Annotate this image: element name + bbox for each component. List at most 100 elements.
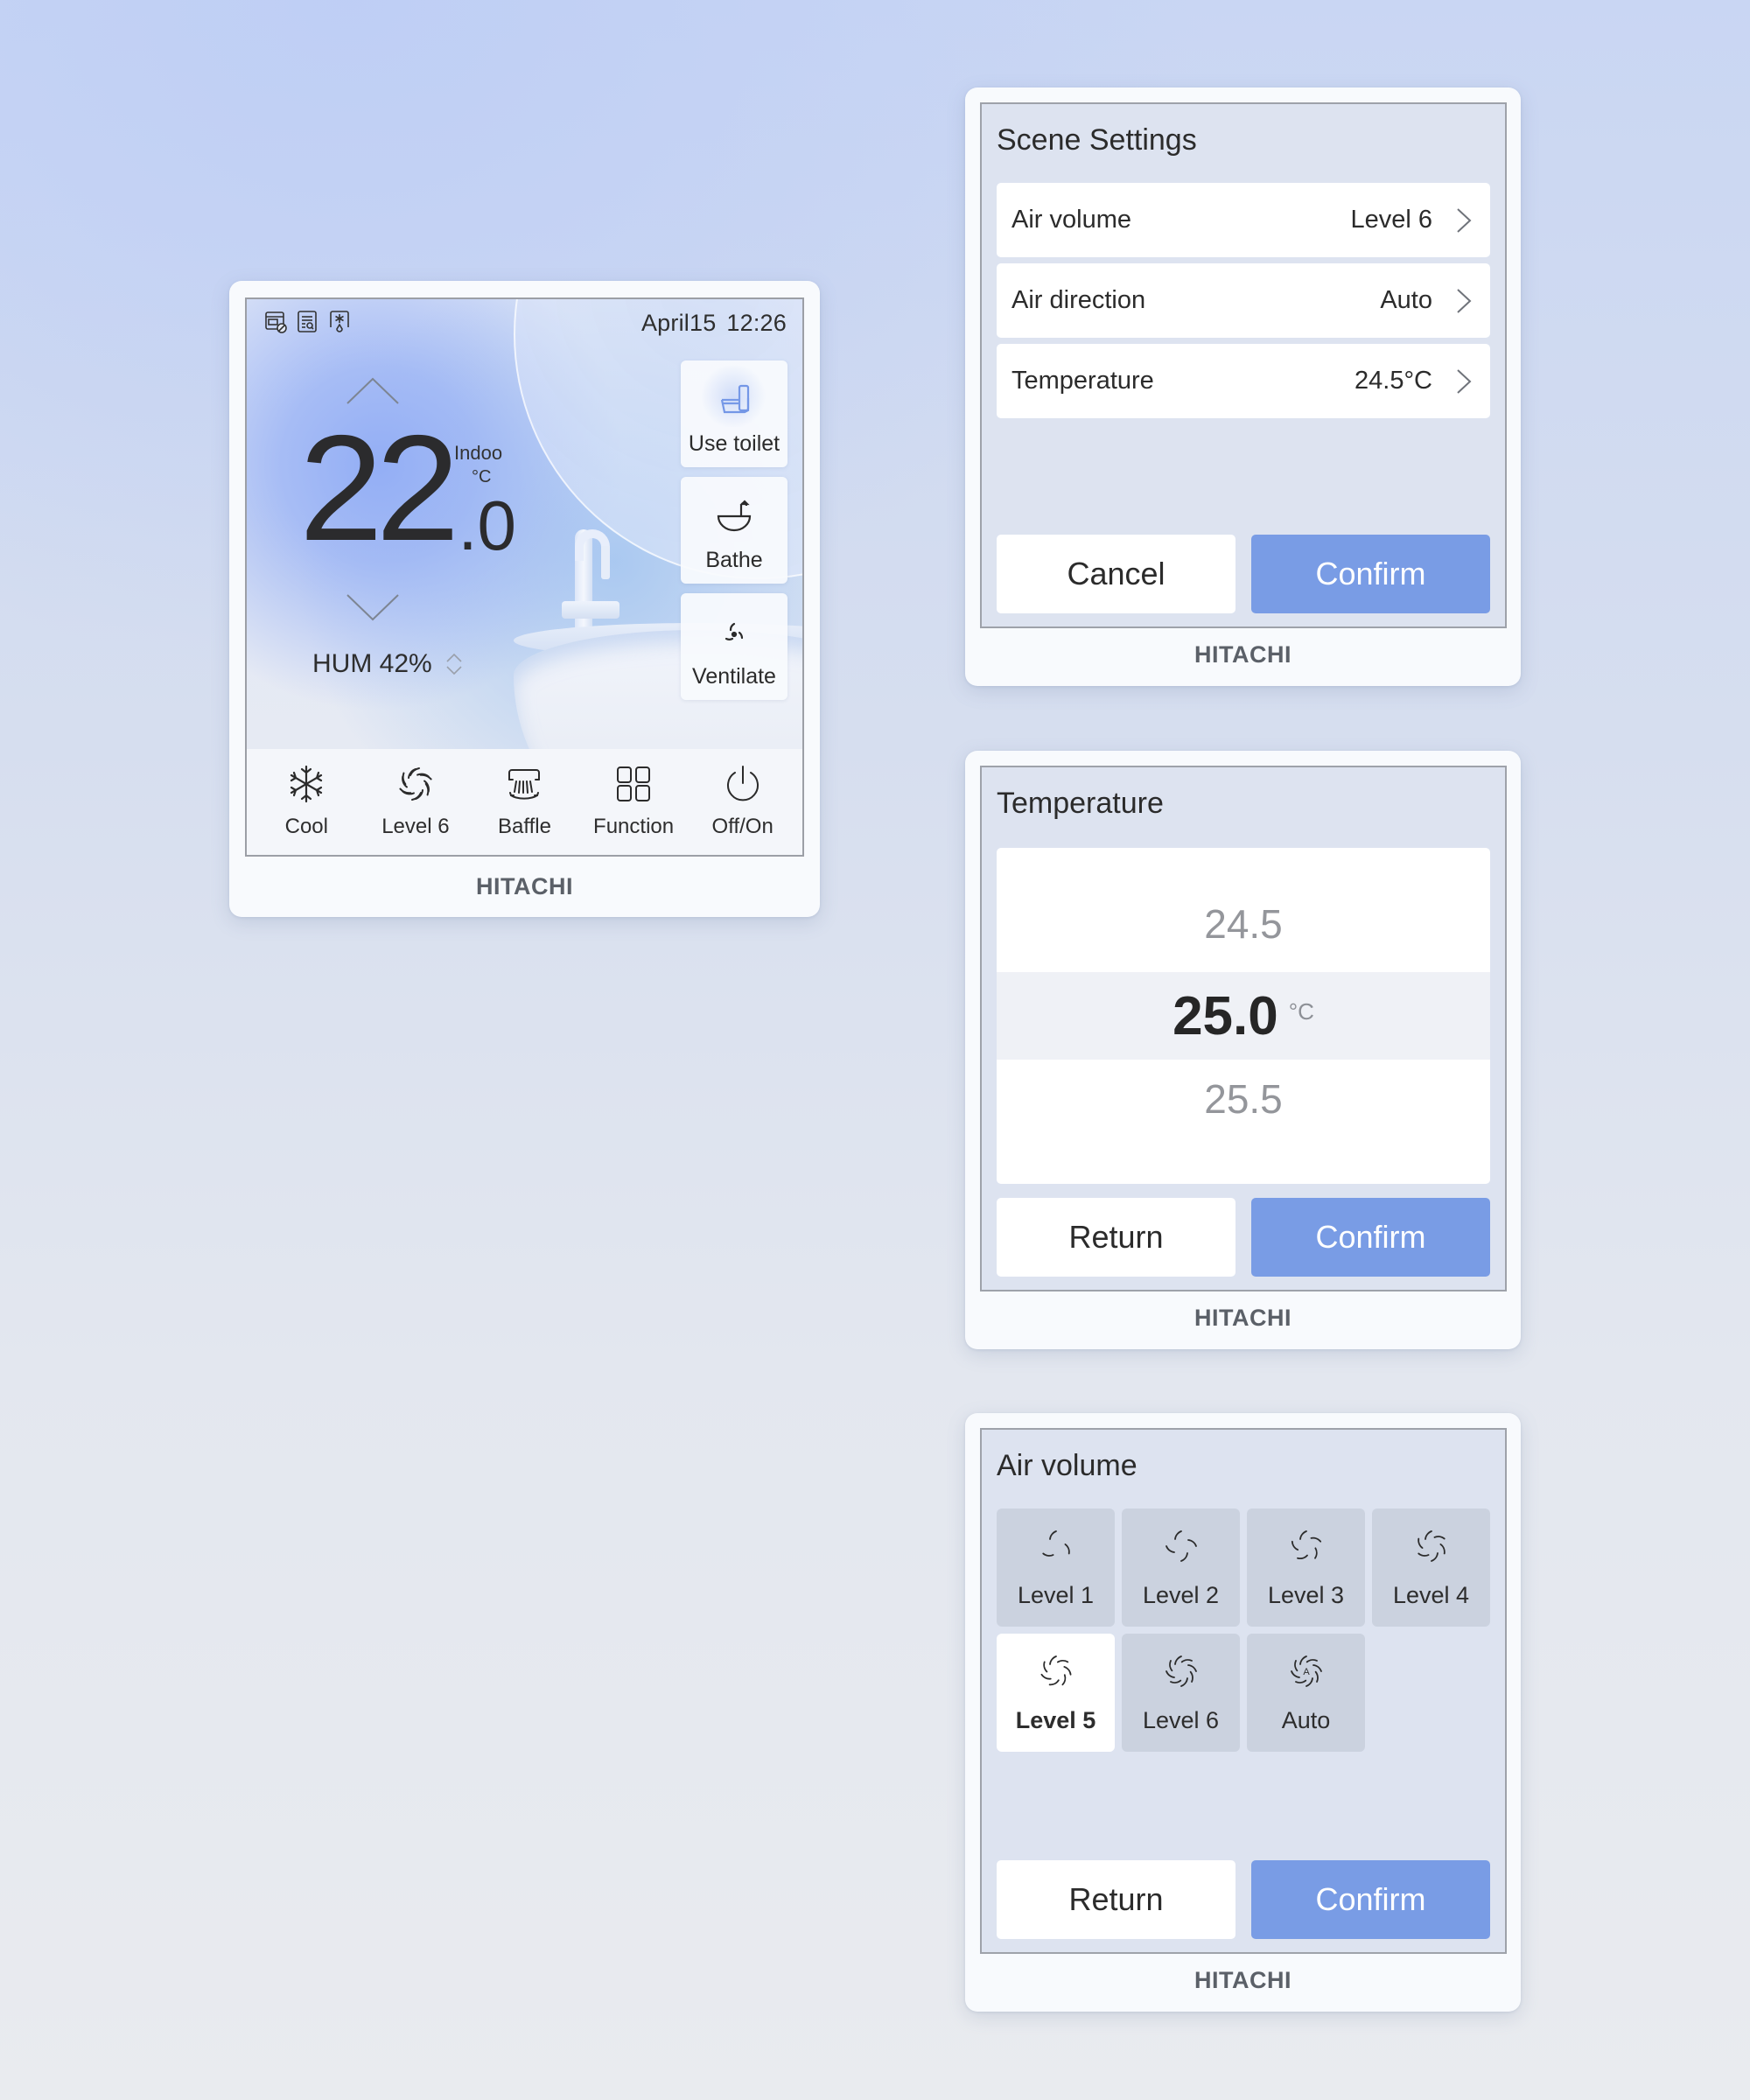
fan-level-icon: [1165, 1530, 1197, 1562]
picker-selected-value: 25.0: [1172, 985, 1278, 1046]
nav-function[interactable]: Function: [581, 749, 686, 855]
humidity-control[interactable]: HUM 42%: [312, 649, 464, 679]
nav-fan-level[interactable]: Level 6: [363, 749, 468, 855]
air-volume-option-label: Level 4: [1392, 1582, 1470, 1608]
air-volume-option[interactable]: Level 6: [1122, 1634, 1240, 1752]
setting-value: Auto: [1380, 286, 1432, 314]
air-volume-option[interactable]: Level 3: [1247, 1508, 1365, 1627]
temperature-picker-screen: Temperature 24.5 25.0 °C 25.5 Return Con…: [980, 766, 1507, 1292]
nav-label: Function: [593, 815, 675, 838]
scene-bathe-button[interactable]: Bathe: [681, 477, 788, 584]
setting-value: 24.5°C: [1354, 367, 1432, 395]
setting-label: Temperature: [1012, 367, 1154, 395]
grid-icon: [617, 766, 651, 802]
air-volume-option-label: Level 3: [1267, 1582, 1345, 1608]
power-icon: [726, 766, 759, 802]
air-volume-option[interactable]: Level 1: [997, 1508, 1115, 1627]
return-button[interactable]: Return: [997, 1198, 1236, 1277]
temperature-unit: °C: [472, 467, 492, 486]
air-volume-option[interactable]: Level 2: [1122, 1508, 1240, 1627]
brand-logo: HITACHI: [1194, 1967, 1292, 1993]
brand-logo: HITACHI: [1194, 641, 1292, 668]
air-volume-screen: Air volume Level 1 Level 2 Level 3 Level 4 L…: [980, 1428, 1507, 1954]
bathtub-icon: [717, 500, 752, 532]
report-search-icon: [298, 311, 317, 332]
nav-label: Baffle: [498, 815, 551, 838]
brand-logo: HITACHI: [476, 873, 573, 900]
fan-level-icon: [1165, 1656, 1197, 1687]
confirm-button[interactable]: Confirm: [1251, 1198, 1490, 1277]
temperature-wheel-picker[interactable]: 24.5 25.0 °C 25.5: [997, 848, 1490, 1184]
air-volume-option-label: Level 5: [1015, 1707, 1096, 1733]
cancel-button[interactable]: Cancel: [997, 535, 1236, 613]
confirm-button[interactable]: Confirm: [1251, 1860, 1490, 1939]
air-volume-option-label: Level 1: [1017, 1582, 1095, 1608]
return-button[interactable]: Return: [997, 1860, 1236, 1939]
defrost-icon: [330, 311, 349, 332]
home-main-area: April15 12:26 22 .0 Indoo °C HUM 42% Use…: [247, 299, 802, 749]
page-title: Scene Settings: [997, 123, 1197, 157]
confirm-button[interactable]: Confirm: [1251, 535, 1490, 613]
ventilate-fan-icon: [724, 622, 744, 640]
air-volume-option-label: Auto: [1281, 1707, 1331, 1733]
home-screen-device: April15 12:26 22 .0 Indoo °C HUM 42% Use…: [229, 281, 820, 917]
scene-label: Ventilate: [692, 664, 776, 689]
fan-level-icon: [1041, 1530, 1070, 1557]
temperature-picker-device: Temperature 24.5 25.0 °C 25.5 Return Con…: [965, 751, 1521, 1349]
home-screen: April15 12:26 22 .0 Indoo °C HUM 42% Use…: [245, 298, 804, 857]
humidity-value: HUM 42%: [312, 649, 432, 678]
date-time: April15 12:26: [641, 310, 787, 337]
air-volume-option-label: Level 6: [1142, 1707, 1220, 1733]
chevron-right-icon: [1457, 368, 1472, 394]
faucet-spout-illustration: [601, 546, 610, 579]
temperature-integer: 22: [299, 404, 459, 572]
air-volume-option[interactable]: Level 4: [1372, 1508, 1490, 1627]
scene-settings-screen: Scene Settings Air volume Level 6 Air di…: [980, 102, 1507, 628]
toilet-icon: [720, 384, 750, 414]
filter-blocked-icon: [265, 312, 287, 333]
faucet-body-illustration: [562, 601, 620, 619]
fan-auto-icon: A: [1290, 1656, 1322, 1687]
fan-level-icon: [1040, 1656, 1071, 1686]
page-title: Temperature: [997, 787, 1164, 820]
air-volume-option-label: Level 2: [1142, 1582, 1220, 1608]
setting-row-temperature[interactable]: Temperature 24.5°C: [997, 344, 1490, 418]
setting-label: Air direction: [1012, 286, 1146, 314]
snowflake-icon: [290, 765, 323, 803]
nav-label: Cool: [284, 815, 328, 838]
up-down-arrows-icon: [446, 653, 462, 676]
air-volume-device: Air volume Level 1 Level 2 Level 3 Level 4 L…: [965, 1413, 1521, 2012]
nav-label: Level 6: [382, 815, 450, 838]
air-volume-option[interactable]: Level 5: [997, 1634, 1115, 1752]
svg-text:A: A: [1303, 1667, 1310, 1677]
nav-baffle[interactable]: Baffle: [472, 749, 577, 855]
picker-option-previous[interactable]: 24.5: [997, 900, 1490, 948]
time: 12:26: [726, 310, 787, 336]
picker-option-next[interactable]: 25.5: [997, 1075, 1490, 1123]
status-icons: [264, 310, 352, 334]
indoor-label: Indoo: [454, 442, 503, 464]
temperature-down-button[interactable]: [346, 592, 400, 622]
date: April15: [640, 310, 717, 336]
chevron-right-icon: [1457, 288, 1472, 313]
setting-label: Air volume: [1012, 206, 1131, 234]
temperature-up-button[interactable]: [346, 376, 400, 406]
fan-level-icon: [1417, 1530, 1446, 1562]
chevron-right-icon: [1457, 207, 1472, 233]
nav-power[interactable]: Off/On: [690, 749, 795, 855]
nav-cool[interactable]: Cool: [254, 749, 359, 855]
fan-icon: [397, 767, 434, 801]
setting-row-air-direction[interactable]: Air direction Auto: [997, 263, 1490, 338]
scene-label: Bathe: [705, 548, 763, 572]
baffle-icon: [508, 769, 541, 800]
nav-label: Off/On: [711, 815, 774, 838]
scene-settings-device: Scene Settings Air volume Level 6 Air di…: [965, 88, 1521, 686]
picker-selected-band[interactable]: 25.0 °C: [997, 972, 1490, 1060]
picker-unit: °C: [1288, 998, 1314, 1025]
page-title: Air volume: [997, 1449, 1138, 1482]
scene-use-toilet-button[interactable]: Use toilet: [681, 360, 788, 467]
scene-ventilate-button[interactable]: Ventilate: [681, 593, 788, 700]
temperature-decimal: .0: [458, 486, 517, 564]
setting-row-air-volume[interactable]: Air volume Level 6: [997, 183, 1490, 257]
air-volume-option[interactable]: A Auto: [1247, 1634, 1365, 1752]
